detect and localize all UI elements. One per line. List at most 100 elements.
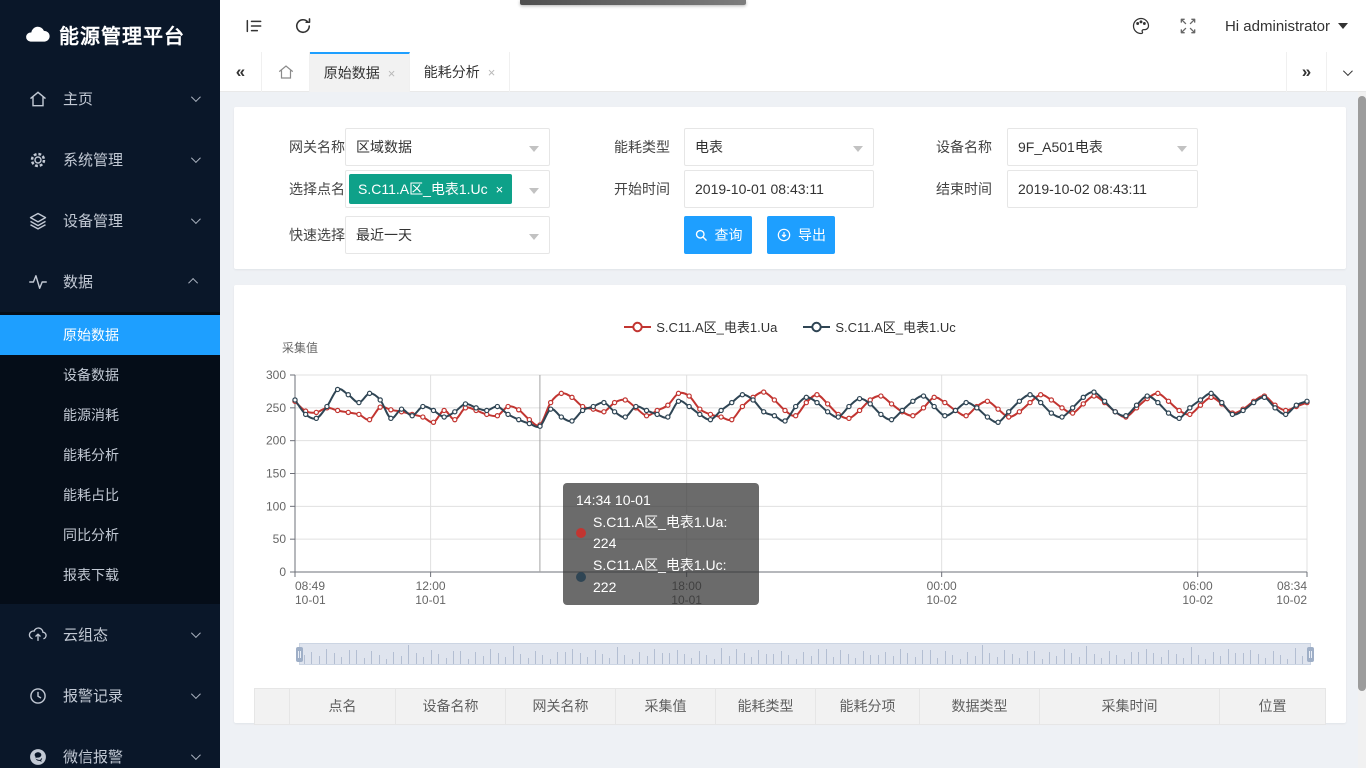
chevron-down-icon [191, 153, 201, 163]
energy-type-select[interactable]: 电表 [684, 128, 874, 166]
end-time-label: 结束时间 [910, 170, 992, 208]
svg-text:10-01: 10-01 [295, 593, 326, 607]
submenu-item-yoy-analysis[interactable]: 同比分析 [0, 515, 220, 555]
chevron-down-icon [191, 689, 201, 699]
sidebar: 能源管理平台 主页 系统管理 设备管理 [0, 0, 220, 768]
table-col-point-name: 点名 [290, 689, 396, 724]
point-multiselect[interactable]: S.C11.A区_电表1.Uc × [345, 170, 550, 208]
cloud-upload-icon [28, 625, 48, 645]
svg-text:06:00: 06:00 [1183, 579, 1213, 593]
wechat-icon [28, 747, 48, 767]
svg-text:0: 0 [279, 565, 286, 579]
svg-text:150: 150 [266, 467, 286, 481]
end-time-value: 2019-10-02 08:43:11 [1018, 181, 1147, 197]
point-label: 选择点名 [263, 170, 345, 208]
table-col-checkbox[interactable] [254, 689, 290, 724]
sidebar-item-label: 系统管理 [63, 149, 191, 170]
tabs-scroll-left-button[interactable]: « [220, 52, 262, 92]
end-time-input[interactable]: 2019-10-02 08:43:11 [1007, 170, 1198, 208]
device-select[interactable]: 9F_A501电表 [1007, 128, 1198, 166]
tab-raw-data[interactable]: 原始数据 × [310, 52, 410, 92]
scrollbar-thumb[interactable] [1358, 96, 1366, 691]
query-button[interactable]: 查询 [684, 216, 752, 254]
gateway-value: 区域数据 [356, 137, 412, 157]
svg-text:08:49: 08:49 [295, 579, 325, 593]
tabs-menu-button[interactable] [1326, 52, 1366, 92]
user-menu[interactable]: Hi administrator [1225, 18, 1348, 35]
svg-text:10-02: 10-02 [926, 593, 957, 607]
sidebar-item-home[interactable]: 主页 [0, 68, 220, 129]
table-col-location: 位置 [1220, 689, 1326, 724]
sidebar-item-alarm-records[interactable]: 报警记录 [0, 665, 220, 726]
submenu-item-device-data[interactable]: 设备数据 [0, 355, 220, 395]
submenu-item-raw-data[interactable]: 原始数据 [0, 315, 220, 355]
sidebar-item-system[interactable]: 系统管理 [0, 129, 220, 190]
svg-text:10-02: 10-02 [1182, 593, 1213, 607]
app-logo: 能源管理平台 [0, 0, 220, 68]
line-chart[interactable]: 05010015020025030008:4910-0112:0010-0118… [234, 285, 1346, 625]
chart-panel: S.C11.A区_电表1.Ua S.C11.A区_电表1.Uc 采集值 0501… [234, 285, 1346, 723]
sidebar-item-data[interactable]: 数据 [0, 251, 220, 312]
sidebar-item-label: 云组态 [63, 624, 191, 645]
start-time-label: 开始时间 [588, 170, 670, 208]
svg-text:08:34: 08:34 [1277, 579, 1307, 593]
svg-text:10-01: 10-01 [415, 593, 446, 607]
clock-icon [28, 686, 48, 706]
query-button-label: 查询 [715, 225, 743, 245]
export-button[interactable]: 导出 [767, 216, 835, 254]
sidebar-item-label: 数据 [63, 271, 191, 292]
tab-home[interactable] [262, 52, 310, 92]
top-notch-overlay [520, 0, 746, 5]
fullscreen-icon[interactable] [1178, 16, 1198, 36]
svg-text:250: 250 [266, 401, 286, 415]
theme-palette-icon[interactable] [1131, 16, 1151, 36]
selected-point-tag: S.C11.A区_电表1.Uc × [349, 174, 512, 204]
datazoom-right-handle[interactable] [1307, 647, 1314, 662]
export-button-label: 导出 [798, 225, 826, 245]
menu-toggle-icon[interactable] [244, 16, 264, 36]
start-time-input[interactable]: 2019-10-01 08:43:11 [684, 170, 874, 208]
chevron-down-icon [191, 628, 201, 638]
sidebar-item-label: 微信报警 [63, 746, 191, 767]
pulse-icon [28, 272, 48, 292]
svg-text:12:00: 12:00 [416, 579, 446, 593]
sidebar-item-label: 设备管理 [63, 210, 191, 231]
tag-remove-icon[interactable]: × [496, 182, 504, 197]
svg-text:50: 50 [273, 532, 287, 546]
quick-select-value: 最近一天 [356, 225, 412, 245]
submenu-item-energy-ratio[interactable]: 能耗占比 [0, 475, 220, 515]
submenu-item-energy-analysis[interactable]: 能耗分析 [0, 435, 220, 475]
quick-select[interactable]: 最近一天 [345, 216, 550, 254]
filter-panel: 网关名称 区域数据 能耗类型 电表 设备名称 9F_A501电表 选择点名 S.… [234, 107, 1346, 269]
submenu-item-energy-consumption[interactable]: 能源消耗 [0, 395, 220, 435]
sidebar-submenu: 原始数据 设备数据 能源消耗 能耗分析 能耗占比 同比分析 报表下载 [0, 312, 220, 604]
submenu-item-report-download[interactable]: 报表下载 [0, 555, 220, 595]
device-value: 9F_A501电表 [1018, 137, 1103, 157]
sidebar-item-wechat-alarm[interactable]: 微信报警 [0, 726, 220, 768]
tab-label: 原始数据 [324, 63, 380, 83]
gateway-select[interactable]: 区域数据 [345, 128, 550, 166]
quick-select-label: 快速选择 [263, 216, 345, 254]
table-col-gateway-name: 网关名称 [506, 689, 616, 724]
chevron-down-icon [1343, 66, 1353, 76]
user-caret-icon [1338, 23, 1348, 29]
tab-close-icon[interactable]: × [488, 65, 496, 80]
point-tag-label: S.C11.A区_电表1.Uc [358, 179, 488, 199]
dropdown-arrow-icon [529, 188, 539, 194]
tooltip-item-text: S.C11.A区_电表1.Uc: 222 [593, 555, 746, 598]
top-header: Hi administrator [220, 0, 1366, 52]
tabs-scroll-right-button[interactable]: » [1286, 52, 1326, 92]
tooltip-item-text: S.C11.A区_电表1.Ua: 224 [593, 512, 746, 555]
datazoom-slider[interactable] [299, 643, 1311, 665]
vertical-scrollbar[interactable] [1358, 92, 1366, 768]
refresh-icon[interactable] [293, 16, 313, 36]
energy-management-app: 能源管理平台 主页 系统管理 设备管理 [0, 0, 1366, 768]
tab-close-icon[interactable]: × [388, 66, 396, 81]
datazoom-left-handle[interactable] [296, 647, 303, 662]
sidebar-item-devices[interactable]: 设备管理 [0, 190, 220, 251]
chevron-down-icon [191, 214, 201, 224]
sidebar-item-cloud-config[interactable]: 云组态 [0, 604, 220, 665]
sidebar-item-label: 主页 [63, 88, 191, 109]
svg-text:00:00: 00:00 [927, 579, 957, 593]
tab-energy-analysis[interactable]: 能耗分析 × [410, 52, 510, 92]
